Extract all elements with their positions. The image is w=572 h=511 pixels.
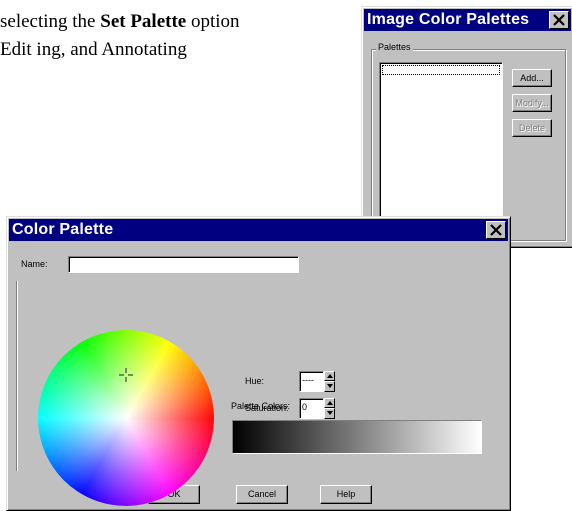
palette-colors-bar[interactable]: [232, 420, 482, 454]
document-line-2: Edit ing, and Annotating: [0, 39, 187, 60]
document-line-1: selecting the Set Palette option: [0, 8, 340, 36]
help-button-label: Help: [336, 489, 356, 499]
image-color-palettes-titlebar: Image Color Palettes: [364, 9, 571, 31]
color-wheel[interactable]: [38, 330, 214, 506]
modify-palette-button[interactable]: Modify...: [512, 94, 552, 112]
palettes-list-focus: [382, 65, 500, 75]
add-palette-button[interactable]: Add...: [512, 69, 552, 87]
saturation-value: 0: [302, 402, 308, 412]
hue-label: Hue:: [245, 376, 265, 386]
document-line-1-suffix: option: [186, 11, 240, 32]
palette-colors-label: Palette Colors:: [231, 401, 291, 411]
document-line-1-prefix: selecting the: [0, 11, 101, 32]
hue-spin-down[interactable]: [324, 381, 335, 392]
close-icon: [490, 224, 502, 236]
crosshair-icon: [119, 368, 133, 382]
cancel-button[interactable]: Cancel: [236, 485, 288, 504]
saturation-field[interactable]: 0: [299, 398, 324, 419]
arrow-up-icon: [327, 374, 333, 378]
hue-spinner[interactable]: [324, 371, 335, 392]
close-icon: [553, 14, 565, 26]
hue-field[interactable]: ----: [299, 371, 324, 392]
hue-value: ----: [302, 375, 314, 385]
arrow-up-icon: [327, 401, 333, 405]
palette-group-border: [16, 281, 17, 471]
saturation-spin-down[interactable]: [324, 408, 335, 419]
palettes-list[interactable]: [379, 62, 503, 237]
saturation-spin-up[interactable]: [324, 398, 335, 408]
palettes-group-label: Palettes: [376, 42, 413, 52]
cancel-button-label: Cancel: [247, 489, 276, 499]
color-palette-close-button[interactable]: [486, 221, 506, 239]
set-palette-term: Set Palette: [100, 11, 187, 32]
image-color-palettes-title: Image Color Palettes: [367, 11, 530, 28]
arrow-down-icon: [327, 384, 333, 388]
hue-spin-up[interactable]: [324, 371, 335, 381]
name-label: Name:: [21, 259, 48, 269]
color-palette-title: Color Palette: [12, 221, 114, 238]
help-button[interactable]: Help: [320, 485, 372, 504]
image-color-palettes-dialog: Image Color Palettes Palettes Add... Mod…: [361, 6, 572, 248]
delete-palette-button[interactable]: Delete: [512, 119, 552, 137]
color-palette-titlebar: Color Palette: [9, 219, 508, 241]
arrow-down-icon: [327, 411, 333, 415]
image-color-palettes-close-button[interactable]: [549, 11, 569, 29]
document-text: selecting the Set Palette option Edit in…: [0, 8, 340, 64]
name-field[interactable]: [68, 256, 299, 273]
saturation-spinner[interactable]: [324, 398, 335, 419]
